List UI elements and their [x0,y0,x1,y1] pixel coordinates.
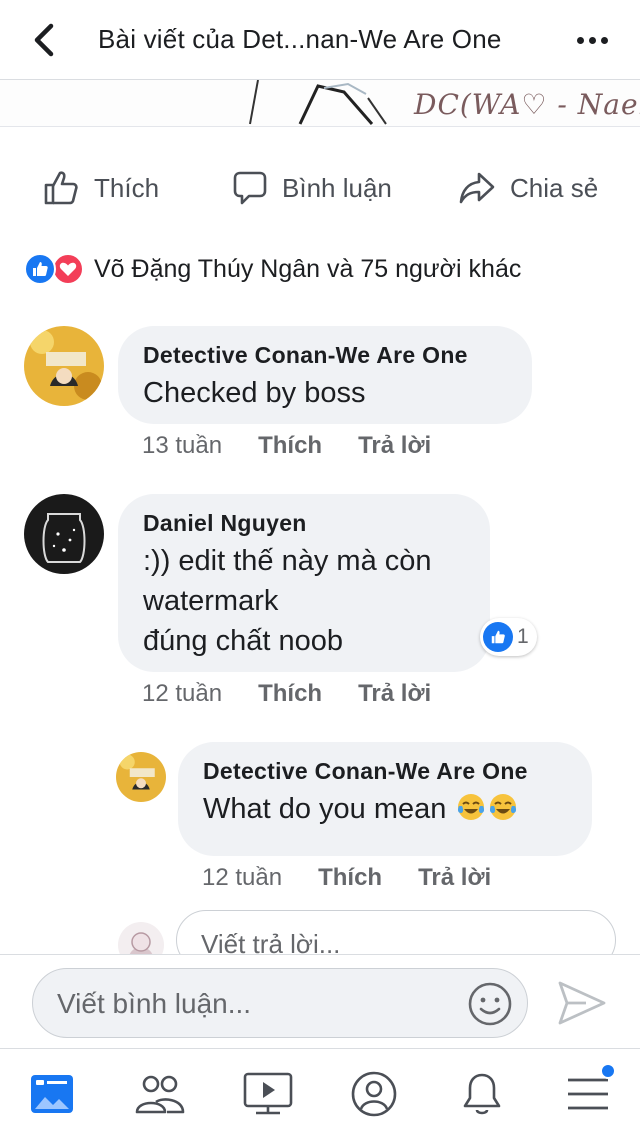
reply-reply-button[interactable]: Trả lời [418,864,491,892]
post-image[interactable]: DC(WA♡ - Naeko [0,80,640,126]
thumbs-up-icon [44,171,78,205]
comment-time[interactable]: 13 tuần [142,432,222,460]
reply-like-button[interactable]: Thích [318,864,382,892]
comment-composer [0,954,640,1048]
news-feed-icon [31,1075,73,1113]
reply-author[interactable]: Detective Conan-We Are One [203,758,568,785]
tab-friends[interactable] [132,1067,188,1121]
reply-time[interactable]: 12 tuần [202,864,282,892]
avatar-image [24,494,104,574]
friends-icon [135,1075,185,1114]
more-options-button[interactable] [566,22,618,58]
comment-text-line: :)) edit thế này mà còn [143,545,432,577]
comment-button[interactable]: Bình luận [232,168,392,208]
tab-profile[interactable] [346,1067,402,1121]
reply-text: What do you mean [203,793,447,825]
comment-label: Bình luận [282,172,392,203]
tab-menu[interactable] [560,1063,616,1121]
avatar-image [24,326,104,406]
share-label: Chia sẻ [510,172,599,203]
comment-like-button[interactable]: Thích [258,432,322,460]
avatar[interactable] [24,494,104,574]
tears-of-joy-icon [490,794,517,820]
tab-notifications[interactable] [454,1067,510,1121]
comment-meta: 13 tuần Thích Trả lời [142,432,431,460]
comment-bubble[interactable]: Daniel Nguyen :)) edit thế này mà còn wa… [118,494,490,672]
tab-news-feed[interactable] [24,1067,80,1121]
reply-meta: 12 tuần Thích Trả lời [202,864,491,892]
comment-like-button[interactable]: Thích [258,680,322,708]
page-title: Bài viết của Det...nan-We Are One [98,24,502,54]
love-reaction-icon [52,253,84,285]
notifications-icon [463,1073,501,1115]
share-arrow-icon [459,172,495,204]
bottom-tab-bar [0,1048,640,1136]
profile-icon [351,1071,397,1117]
comment-reaction-badge[interactable]: 1 [480,618,537,656]
avatar[interactable] [24,326,104,406]
reply-bubble[interactable]: Detective Conan-We Are One What do you m… [178,742,592,856]
comment-reply-button[interactable]: Trả lời [358,680,431,708]
comment-bubble-icon [233,171,267,205]
menu-badge-dot [600,1063,616,1079]
comment-time[interactable]: 12 tuần [142,680,222,708]
reactions-summary[interactable]: Võ Đặng Thúy Ngân và 75 người khác [24,250,521,288]
reactions-summary-text: Võ Đặng Thúy Ngân và 75 người khác [94,254,522,283]
reply-input[interactable] [177,911,615,960]
more-horizontal-icon [576,36,584,44]
comment-input-field[interactable] [32,968,528,1038]
watch-icon [243,1072,293,1115]
avatar[interactable] [116,752,166,802]
reply-text-row: What do you mean [203,789,568,829]
comment-text-line: watermark [143,585,279,617]
comment-bubble[interactable]: Detective Conan-We Are One Checked by bo… [118,326,532,424]
comment-meta: 12 tuần Thích Trả lời [142,680,431,708]
watermark-signature: DC(WA♡ - Naeko [414,88,640,121]
like-reaction-icon [24,253,56,285]
like-label: Thích [94,172,160,203]
chevron-left-icon [34,23,54,57]
like-reaction-icon [483,622,513,652]
tab-watch[interactable] [240,1067,296,1121]
share-button[interactable]: Chia sẻ [458,168,598,208]
comment-text: Checked by boss [143,377,366,409]
comment-author[interactable]: Daniel Nguyen [143,510,466,537]
avatar-image [116,752,166,802]
top-app-bar: Bài viết của Det...nan-We Are One [0,0,640,80]
reaction-count: 1 [517,625,529,648]
post-actions: Thích Bình luận Chia sẻ [0,150,640,228]
menu-icon [568,1078,608,1110]
send-icon[interactable] [556,979,608,1027]
comment-input[interactable] [33,969,453,1020]
comment-text-line: đúng chất noob [143,625,343,657]
divider [0,126,640,134]
like-button[interactable]: Thích [42,168,159,208]
back-button[interactable] [22,18,66,62]
comment-author[interactable]: Detective Conan-We Are One [143,342,508,369]
tears-of-joy-icon [458,794,485,820]
smiley-icon[interactable] [467,981,513,1027]
comment-reply-button[interactable]: Trả lời [358,432,431,460]
